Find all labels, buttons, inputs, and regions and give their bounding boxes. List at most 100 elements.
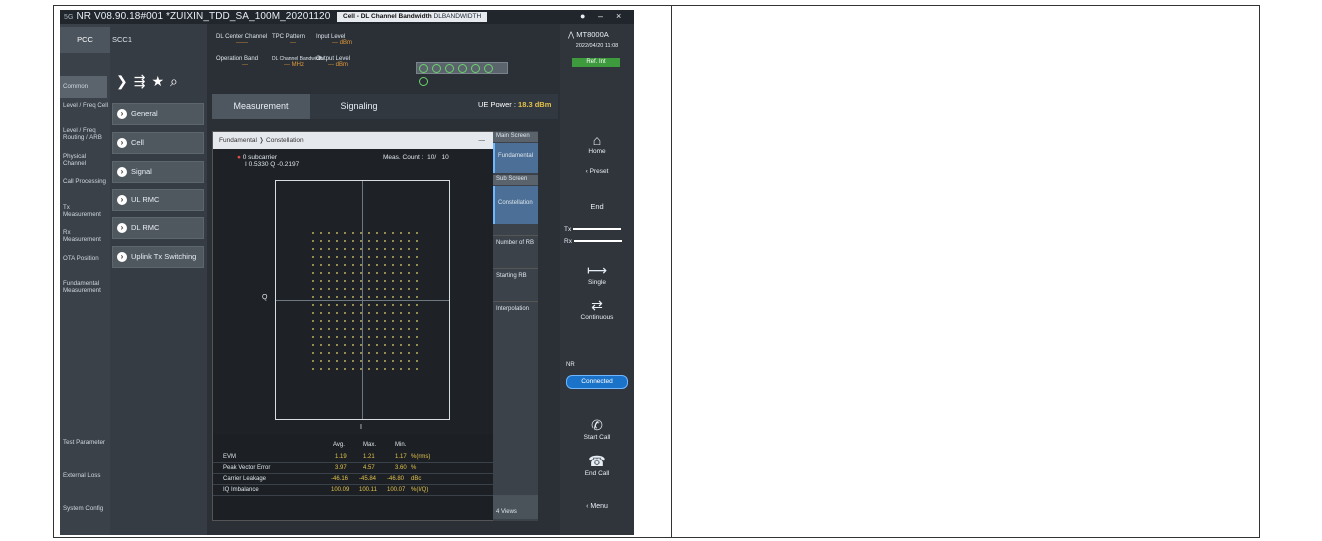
- end-call-button[interactable]: ☎ End Call: [560, 453, 634, 477]
- status-led: [419, 64, 428, 73]
- preset-button[interactable]: ‹ Preset: [560, 168, 634, 175]
- instrument-app: 5G NR V08.90.18#001 *ZUIXIN_TDD_SA_100M_…: [60, 10, 634, 535]
- rx-level-bar: [573, 240, 622, 243]
- window-title: 5G NR V08.90.18#001 *ZUIXIN_TDD_SA_100M_…: [64, 11, 331, 22]
- sidebar-item-ota-position[interactable]: OTA Position: [63, 255, 109, 262]
- tab-pcc[interactable]: PCC: [60, 27, 110, 53]
- title-bar: 5G NR V08.90.18#001 *ZUIXIN_TDD_SA_100M_…: [60, 10, 634, 24]
- constellation-button[interactable]: Constellation: [493, 186, 538, 224]
- chevron-right-icon: ›: [117, 138, 127, 148]
- uplink-tx-switching-button[interactable]: › Uplink Tx Switching: [112, 246, 204, 268]
- frame-divider: [671, 5, 672, 538]
- breadcrumb-constellation: Constellation: [266, 137, 304, 144]
- tx-indicator: Tx: [560, 226, 634, 233]
- rx-indicator: Rx: [560, 238, 634, 245]
- sidebar-item-level-freq-routing[interactable]: Level / Freq Routing / ARB: [63, 127, 109, 141]
- dl-rmc-button[interactable]: › DL RMC: [112, 217, 204, 239]
- chevron-right-icon: ›: [117, 167, 127, 177]
- chevron-right-icon: ›: [117, 223, 127, 233]
- tab-scc1[interactable]: SCC1: [112, 27, 152, 53]
- i-axis-label: I: [360, 424, 362, 431]
- star-icon[interactable]: ★: [151, 73, 170, 89]
- sidebar-item-level-freq-cell[interactable]: Level / Freq Cell: [63, 102, 109, 109]
- phone-icon: ✆: [591, 417, 603, 433]
- input-level[interactable]: Input Level --- dBm: [316, 34, 352, 46]
- chevron-icon[interactable]: ❯: [116, 73, 134, 89]
- sidebar-item-system-config[interactable]: System Config: [63, 505, 109, 512]
- marker-readout: ● 0 subcarrier I 0.5330 Q -0.2197: [237, 154, 300, 168]
- breadcrumb: Fundamental ❭ Constellation —: [213, 132, 493, 149]
- dialog-tab[interactable]: Cell - DL Channel Bandwidth DLBANDWIDTH: [337, 12, 488, 22]
- number-of-rb-button[interactable]: Number of RB: [493, 235, 538, 267]
- sub-screen-label: Sub Screen: [493, 175, 538, 185]
- connected-status-badge: Connected: [566, 375, 628, 389]
- menu-button[interactable]: ‹ Menu: [560, 503, 634, 510]
- close-icon[interactable]: ×: [616, 11, 621, 21]
- main-screen-label: Main Screen: [493, 132, 538, 142]
- status-led: [432, 64, 441, 73]
- import-icon[interactable]: ⇶: [134, 73, 152, 89]
- sidebar-item-fundamental-measurement[interactable]: Fundamental Measurement: [63, 280, 109, 294]
- sidebar-item-call-processing[interactable]: Call Processing: [63, 178, 109, 185]
- views-button[interactable]: 4 Views: [493, 495, 538, 519]
- chevron-right-icon: ›: [117, 109, 127, 119]
- q-axis-label: Q: [262, 294, 268, 301]
- continuous-button[interactable]: ⇄ Continuous: [560, 297, 634, 321]
- sidebar-item-external-loss[interactable]: External Loss: [63, 472, 109, 479]
- ue-power-readout: UE Power : 18.3 dBm: [478, 100, 552, 109]
- table-header: Avg. Max. Min.: [333, 442, 407, 448]
- status-led: [484, 64, 493, 73]
- status-led: [419, 77, 428, 86]
- help-icon[interactable]: ●: [580, 11, 585, 21]
- ul-rmc-button[interactable]: › UL RMC: [112, 189, 204, 211]
- constellation-points: [309, 229, 419, 373]
- chevron-left-icon: ‹: [585, 168, 588, 175]
- nr-label: NR: [566, 362, 575, 368]
- general-button[interactable]: › General: [112, 103, 204, 125]
- table-row: Carrier Leakage -46.16 -45.84 -46.80 dBc: [213, 474, 493, 485]
- sidebar-item-test-parameter[interactable]: Test Parameter: [63, 439, 109, 446]
- results-table: Avg. Max. Min. EVM 1.19 1.21 1.17 %(rms)…: [213, 434, 493, 520]
- sidebar-item-common[interactable]: Common: [60, 76, 107, 98]
- home-button[interactable]: ⌂ Home: [560, 132, 634, 155]
- chevron-right-icon: ›: [117, 252, 127, 262]
- minimize-icon[interactable]: –: [598, 11, 603, 21]
- constellation-plot: [275, 180, 450, 420]
- sidebar-item-rx-measurement[interactable]: Rx Measurement: [63, 229, 109, 243]
- table-row: Peak Vector Error 3.97 4.57 3.60 %: [213, 463, 493, 474]
- single-button[interactable]: ⟼ Single: [560, 262, 634, 286]
- search-icon[interactable]: ⌕: [170, 73, 184, 89]
- meas-count: Meas. Count : 10/ 10: [383, 154, 449, 161]
- sidebar-item-tx-measurement[interactable]: Tx Measurement: [63, 204, 109, 218]
- repeat-icon: ⇄: [591, 297, 603, 313]
- chevron-right-icon: ›: [117, 195, 127, 205]
- signal-button[interactable]: › Signal: [112, 161, 204, 183]
- table-row: EVM 1.19 1.21 1.17 %(rms): [213, 452, 493, 463]
- dl-center-channel[interactable]: DL Center Channel ------: [216, 34, 267, 46]
- interpolation-button[interactable]: Interpolation: [493, 301, 538, 333]
- output-level[interactable]: Output Level --- dBm: [316, 56, 350, 68]
- start-call-button[interactable]: ✆ Start Call: [560, 417, 634, 441]
- menu-column: [110, 24, 207, 535]
- starting-rb-button[interactable]: Starting RB: [493, 268, 538, 300]
- status-led: [471, 64, 480, 73]
- datetime: 2022/04/20 11:08: [575, 43, 619, 49]
- fundamental-button[interactable]: Fundamental: [493, 143, 538, 173]
- marker-icon: ●: [237, 154, 241, 161]
- status-indicator-bar: [416, 62, 508, 86]
- ref-int-badge: Ref. Int: [572, 58, 620, 67]
- end-button[interactable]: End: [560, 202, 634, 211]
- operation-band[interactable]: Operation Band ---: [216, 56, 258, 68]
- tab-signaling[interactable]: Signaling: [310, 94, 408, 119]
- tab-measurement[interactable]: Measurement: [212, 94, 310, 119]
- tpc-pattern[interactable]: TPC Pattern ---: [272, 34, 305, 46]
- constellation-panel: Fundamental ❭ Constellation — ● 0 subcarr…: [212, 131, 494, 521]
- breadcrumb-fundamental[interactable]: Fundamental: [219, 137, 257, 144]
- cell-button[interactable]: › Cell: [112, 132, 204, 154]
- table-row: IQ Imbalance 100.09 100.11 100.07 %(I/Q): [213, 485, 493, 496]
- sidebar-item-physical-channel[interactable]: Physical Channel: [63, 153, 109, 167]
- chevron-left-icon: ‹: [586, 503, 589, 510]
- minimize-panel-icon[interactable]: —: [479, 132, 486, 149]
- status-led: [445, 64, 454, 73]
- brand-logo: ⋀ MT8000A: [568, 30, 609, 39]
